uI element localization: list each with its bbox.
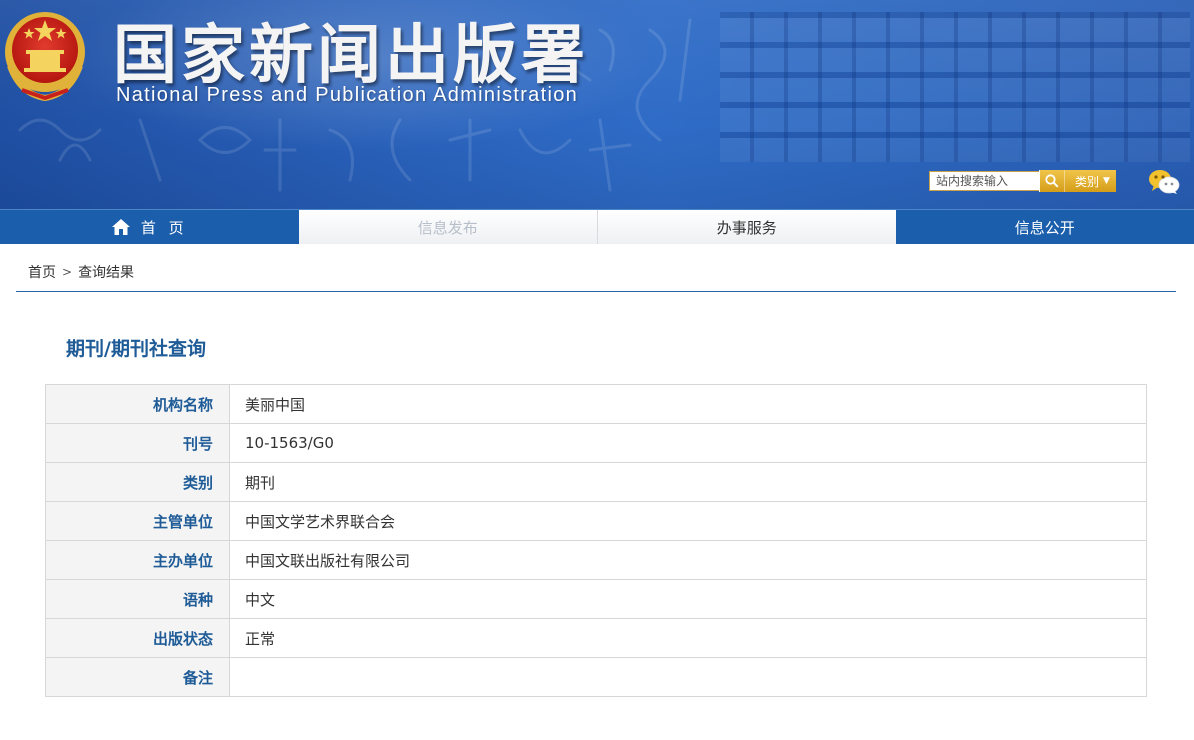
field-value <box>229 657 1147 697</box>
category-label: 类别 <box>1075 174 1100 189</box>
field-label: 类别 <box>45 462 230 502</box>
wechat-icon[interactable] <box>1148 168 1180 196</box>
nav-label-home: 首 页 <box>140 218 188 237</box>
field-value: 10-1563/G0 <box>229 423 1147 463</box>
breadcrumb-home-link[interactable]: 首页 <box>28 262 56 282</box>
site-subtitle: National Press and Publication Administr… <box>116 84 579 106</box>
search-button[interactable] <box>1039 170 1064 192</box>
table-row: 主管单位 中国文学艺术界联合会 <box>45 501 1147 541</box>
journal-info-table: 机构名称 美丽中国 刊号 10-1563/G0 类别 期刊 主管单位 中国文学艺… <box>45 384 1147 697</box>
header-banner: 国家新闻出版署 National Press and Publication A… <box>0 0 1194 209</box>
search-input[interactable] <box>929 171 1039 191</box>
field-label: 语种 <box>45 579 230 619</box>
field-label: 机构名称 <box>45 384 230 424</box>
field-label: 出版状态 <box>45 618 230 658</box>
field-value: 中文 <box>229 579 1147 619</box>
banner-tile-pattern <box>720 12 1190 162</box>
field-label: 主管单位 <box>45 501 230 541</box>
nav-item-services[interactable]: 办事服务 <box>597 210 896 244</box>
field-value: 期刊 <box>229 462 1147 502</box>
nav-item-news[interactable]: 信息发布 <box>298 210 597 244</box>
caret-down-icon: ▼ <box>1103 176 1110 186</box>
field-label: 主办单位 <box>45 540 230 580</box>
nav-label-services: 办事服务 <box>716 218 777 237</box>
table-row: 语种 中文 <box>45 579 1147 619</box>
table-row: 机构名称 美丽中国 <box>45 384 1147 424</box>
breadcrumb-divider <box>16 291 1176 292</box>
breadcrumb-separator: > <box>62 265 73 279</box>
field-value: 中国文联出版社有限公司 <box>229 540 1147 580</box>
field-value: 正常 <box>229 618 1147 658</box>
breadcrumb-current: 查询结果 <box>78 265 135 281</box>
field-value: 中国文学艺术界联合会 <box>229 501 1147 541</box>
nav-label-news: 信息发布 <box>417 218 478 237</box>
breadcrumb: 首页 > 查询结果 <box>28 262 134 282</box>
field-value: 美丽中国 <box>229 384 1147 424</box>
section-title: 期刊/期刊社查询 <box>66 338 206 360</box>
site-title: 国家新闻出版署 <box>113 18 589 93</box>
nav-label-disclosure: 信息公开 <box>1014 218 1075 237</box>
field-label: 刊号 <box>45 423 230 463</box>
site-search: 类别 ▼ <box>929 170 1116 192</box>
home-icon <box>111 219 130 235</box>
table-row: 类别 期刊 <box>45 462 1147 502</box>
table-row: 出版状态 正常 <box>45 618 1147 658</box>
search-icon <box>1045 174 1059 188</box>
nav-item-disclosure[interactable]: 信息公开 <box>896 210 1194 244</box>
category-dropdown[interactable]: 类别 ▼ <box>1064 170 1116 192</box>
main-nav: 首 页 信息发布 办事服务 信息公开 <box>0 209 1194 244</box>
national-emblem-icon <box>5 12 85 102</box>
nav-item-home[interactable]: 首 页 <box>0 210 299 244</box>
table-row: 备注 <box>45 657 1147 697</box>
table-row: 主办单位 中国文联出版社有限公司 <box>45 540 1147 580</box>
table-row: 刊号 10-1563/G0 <box>45 423 1147 463</box>
field-label: 备注 <box>45 657 230 697</box>
